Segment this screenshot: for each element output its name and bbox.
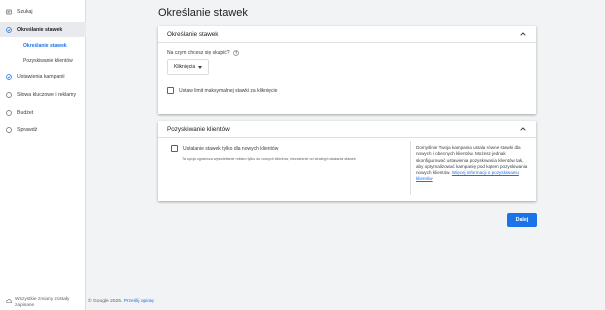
copyright-text: © Google 2025. [88, 299, 123, 304]
circle-outline-icon [6, 109, 12, 116]
focus-question: Na czym chcesz się skupić? [167, 50, 239, 56]
sidebar-item-label: Budżet [17, 109, 34, 116]
divider [410, 141, 411, 195]
sidebar-item-label: Szukaj [17, 8, 33, 15]
sidebar-item-label: Określanie stawek [17, 26, 63, 33]
feedback-link[interactable]: Prześlij opinię [124, 299, 154, 304]
search-box-icon [6, 9, 12, 15]
bidding-card-title: Określanie stawek [167, 30, 219, 38]
sidebar-subitem-customer-acquisition[interactable]: Pozyskiwanie klientów [23, 58, 73, 64]
bidding-card: Określanie stawek Na czym chcesz się sku… [158, 26, 536, 114]
circle-outline-icon [6, 126, 12, 133]
new-customers-hint: Ta opcja ogranicza wyświetlanie reklam t… [182, 157, 356, 161]
sidebar: Szukaj Określanie stawek Określanie staw… [0, 0, 86, 310]
sidebar-item-campaign-settings[interactable]: Ustawienia kampanii [0, 69, 86, 84]
focus-select[interactable]: Kliknięcia [167, 59, 209, 75]
customer-acquisition-card: Pozyskiwanie klientów Ustalanie stawek t… [158, 121, 536, 201]
acquisition-info: Domyślnie Twoja kampania ustala równe st… [416, 145, 528, 183]
sidebar-item-label: Sprawdź [17, 126, 38, 133]
new-customers-only-label: Ustalanie stawek tylko dla nowych klient… [183, 145, 279, 152]
sidebar-item-bidding[interactable]: Określanie stawek [0, 22, 86, 37]
page-title: Określanie stawek [158, 7, 248, 19]
max-cpc-limit-option[interactable]: Ustaw limit maksymalnej stawki za klikni… [167, 87, 277, 94]
sidebar-item-budget[interactable]: Budżet [0, 105, 86, 120]
check-circle-icon [6, 73, 12, 80]
sidebar-item-label: Ustawienia kampanii [17, 73, 65, 80]
circle-outline-icon [6, 91, 12, 98]
cloud-done-icon [6, 298, 13, 304]
focus-select-value: Kliknięcia [174, 64, 196, 70]
bidding-card-header[interactable]: Określanie stawek [158, 26, 536, 43]
help-icon[interactable] [232, 50, 239, 56]
sidebar-item-search[interactable]: Szukaj [0, 4, 86, 19]
new-customers-only-checkbox[interactable] [171, 145, 178, 152]
customer-acquisition-card-title: Pozyskiwanie klientów [167, 125, 230, 133]
customer-acquisition-card-header[interactable]: Pozyskiwanie klientów [158, 121, 536, 138]
chevron-up-icon[interactable] [519, 125, 527, 133]
check-circle-icon [6, 26, 12, 33]
save-status: Wszystkie zmiany zostały zapisane [6, 297, 86, 309]
sidebar-subitem-bidding[interactable]: Określanie stawek [23, 43, 67, 49]
focus-question-text: Na czym chcesz się skupić? [167, 50, 230, 56]
sidebar-item-keywords-ads[interactable]: Słowa kluczowe i reklamy [0, 87, 86, 102]
page-footer: © Google 2025. Prześlij opinię [88, 299, 154, 304]
dropdown-arrow-icon [198, 66, 202, 69]
max-cpc-limit-checkbox[interactable] [167, 87, 174, 94]
sidebar-item-label: Słowa kluczowe i reklamy [17, 91, 77, 98]
save-status-text: Wszystkie zmiany zostały zapisane [15, 297, 70, 308]
new-customers-only-option[interactable]: Ustalanie stawek tylko dla nowych klient… [171, 145, 278, 152]
chevron-up-icon[interactable] [519, 30, 527, 38]
max-cpc-limit-label: Ustaw limit maksymalnej stawki za klikni… [179, 87, 278, 94]
next-button[interactable]: Dalej [507, 213, 537, 227]
sidebar-item-review[interactable]: Sprawdź [0, 122, 86, 137]
